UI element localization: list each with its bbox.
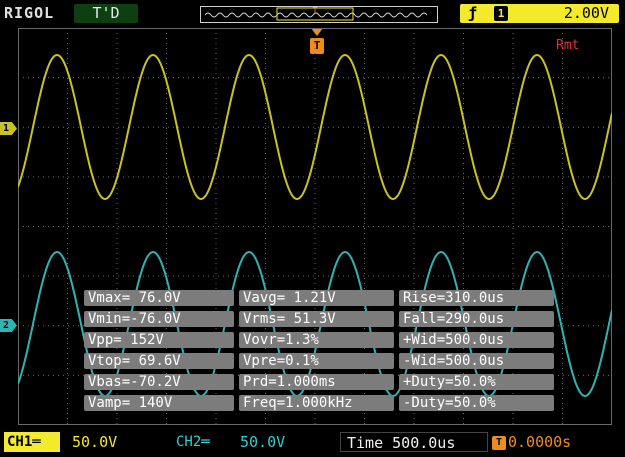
ch2-offset-marker[interactable]: 2 [0, 319, 17, 332]
measurement-cell: Vmin=-76.0V [84, 311, 234, 327]
ch1-settings[interactable]: CH1═ 50.0V [4, 432, 154, 452]
measurement-cell: Prd=1.000ms [239, 374, 394, 390]
measurement-cell: -Duty=50.0% [399, 395, 554, 411]
measurement-panel: Vmax= 76.0V Vavg= 1.21V Rise=310.0us Vmi… [84, 290, 554, 416]
measurement-cell: +Duty=50.0% [399, 374, 554, 390]
measurement-cell: -Wid=500.0us [399, 353, 554, 369]
measurement-cell: Vbas=-70.2V [84, 374, 234, 390]
brand-label: RIGOL [4, 4, 55, 22]
ch1-scale: 50.0V [72, 433, 118, 451]
measurement-cell: Vpp= 152V [84, 332, 234, 348]
trigger-level: 2.00V [563, 4, 609, 22]
acquisition-status: T'D [74, 4, 138, 23]
measurement-cell: Freq=1.000kHz [239, 395, 394, 411]
dc-coupling-icon: ═ [201, 434, 210, 450]
ch1-label: CH1═ [4, 432, 60, 452]
ch2-scale: 50.0V [240, 433, 286, 451]
measurement-cell: Vovr=1.3% [239, 332, 394, 348]
trigger-offset[interactable]: T 0.0000s [492, 432, 616, 452]
memory-position-strip[interactable]: T [200, 6, 438, 23]
top-status-bar: RIGOL T'D T ƒ 1 2.00V [0, 0, 625, 28]
measurement-cell: Vrms= 51.3V [239, 311, 394, 327]
measurement-cell: Vpre=0.1% [239, 353, 394, 369]
trigger-offset-icon: T [492, 435, 506, 450]
trigger-info[interactable]: ƒ 1 2.00V [460, 4, 619, 23]
memory-strip-wave: T [204, 6, 428, 21]
rising-edge-icon: ƒ [468, 4, 478, 22]
dc-coupling-icon: ═ [32, 434, 41, 450]
measurement-cell: Rise=310.0us [399, 290, 554, 306]
measurement-cell: Fall=290.0us [399, 311, 554, 327]
measurement-cell: Vavg= 1.21V [239, 290, 394, 306]
ch2-label[interactable]: CH2═ [176, 432, 210, 452]
measurement-cell: Vtop= 69.6V [84, 353, 234, 369]
trigger-offset-value: 0.0000s [508, 433, 572, 451]
remote-indicator: Rmt [556, 38, 580, 53]
bottom-status-bar: CH1═ 50.0V CH2═ 50.0V Time 500.0us T 0.00… [0, 428, 625, 457]
timebase[interactable]: Time 500.0us [340, 432, 488, 452]
measurement-cell: Vamp= 140V [84, 395, 234, 411]
measurement-cell: +Wid=500.0us [399, 332, 554, 348]
ch1-offset-marker[interactable]: 1 [0, 122, 17, 135]
measurement-cell: Vmax= 76.0V [84, 290, 234, 306]
ch1-trace [17, 53, 613, 201]
trigger-source: 1 [494, 6, 508, 21]
memory-trigger-mark: T [313, 7, 318, 15]
